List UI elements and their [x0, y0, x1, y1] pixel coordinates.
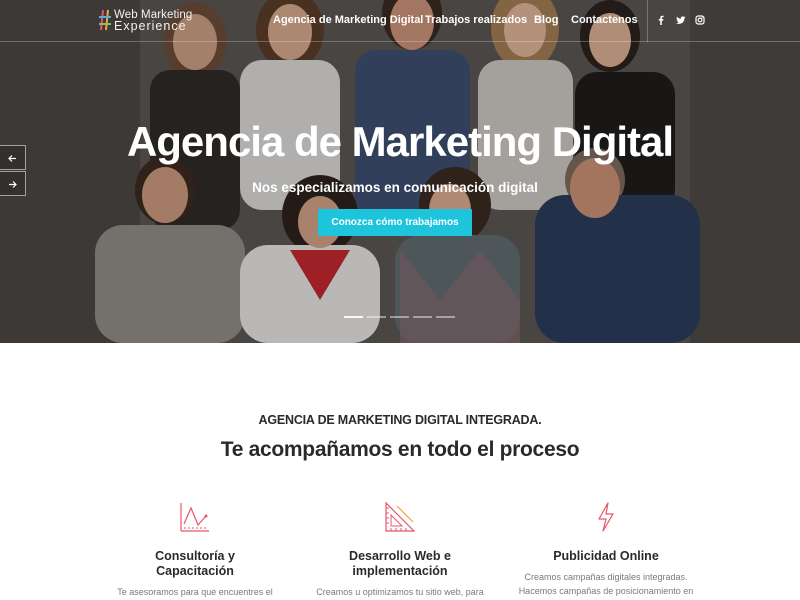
- site-logo[interactable]: Web Marketing Experience: [98, 8, 198, 34]
- hero-cta-button[interactable]: Conozca cómo trabajamos: [318, 209, 472, 236]
- nav-item-contactenos[interactable]: Contactenos: [571, 14, 638, 26]
- hashtag-logo-icon: [99, 9, 111, 31]
- twitter-icon[interactable]: [676, 15, 686, 25]
- chart-icon: [180, 503, 209, 532]
- top-navbar: Web Marketing Experience Agencia de Mark…: [0, 0, 800, 42]
- hero-subtitle: Nos especializamos en comunicación digit…: [252, 180, 538, 195]
- nav-item-trabajos[interactable]: Trabajos realizados: [425, 14, 527, 26]
- service-title-line1: Publicidad Online: [553, 549, 659, 563]
- nav-item-blog[interactable]: Blog: [534, 14, 558, 26]
- service-description: Creamos u optimizamos tu sitio web, para: [316, 587, 484, 597]
- service-title: Publicidad Online: [516, 549, 696, 564]
- slider-dot[interactable]: [436, 316, 455, 318]
- service-description-line1: Creamos campañas digitales integradas.: [524, 572, 688, 582]
- slider-dot[interactable]: [367, 316, 386, 318]
- service-title: Desarrollo Web e implementación: [310, 549, 490, 579]
- section-title: Te acompañamos en todo el proceso: [220, 438, 580, 461]
- service-description: Te asesoramos para que encuentres el: [117, 587, 273, 597]
- hero-slider: Web Marketing Experience Agencia de Mark…: [0, 0, 800, 343]
- service-title-line2: Capacitación: [156, 564, 234, 578]
- hero-title: Agencia de Marketing Digital: [126, 118, 674, 165]
- slider-dot[interactable]: [390, 316, 409, 318]
- ruler-triangle-icon: [385, 501, 416, 532]
- service-title-line1: Consultoría y: [155, 549, 235, 563]
- nav-divider: [647, 0, 648, 42]
- nav-item-agencia[interactable]: Agencia de Marketing Digital: [273, 14, 423, 26]
- hero-overlay: [0, 0, 800, 343]
- facebook-icon[interactable]: [656, 15, 666, 25]
- service-title-line1: Desarrollo Web e: [349, 549, 451, 563]
- slider-dot[interactable]: [413, 316, 432, 318]
- slider-dot[interactable]: [344, 316, 363, 318]
- service-title-line2: implementación: [352, 564, 448, 578]
- service-description-line2: Hacemos campañas de posicionamiento en: [518, 586, 694, 596]
- instagram-icon[interactable]: [695, 15, 705, 25]
- service-title: Consultoría y Capacitación: [105, 549, 285, 579]
- logo-text-line2: Experience: [114, 19, 187, 33]
- lightning-icon: [598, 502, 614, 532]
- section-kicker: AGENCIA DE MARKETING DIGITAL INTEGRADA.: [258, 413, 542, 427]
